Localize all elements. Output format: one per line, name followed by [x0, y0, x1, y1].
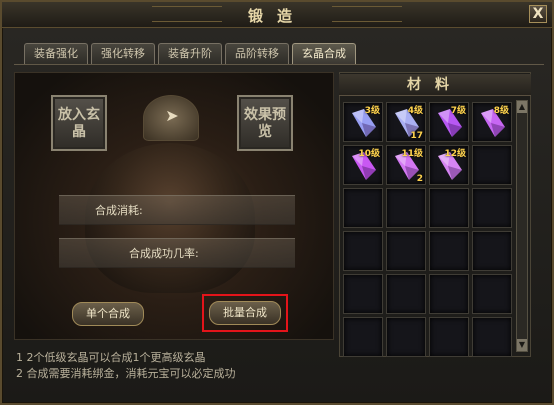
forge-window: 锻造 X 装备强化 强化转移 装备升阶 品阶转移 玄晶合成 ➤ 放入玄晶 效果预… — [0, 0, 554, 405]
material-cell[interactable]: 11级 2 — [386, 145, 426, 185]
materials-grid: 3级 4级 17 7级 8级 10级 11级 2 12级 — [343, 102, 512, 357]
cost-label: 合成消耗: — [95, 204, 143, 217]
material-cell[interactable]: 12级 — [429, 145, 469, 185]
tab-divider — [14, 64, 544, 65]
input-slot-label: 放入玄晶 — [58, 107, 100, 140]
materials-title: 材料 — [339, 74, 531, 96]
empty-material-cell[interactable] — [386, 231, 426, 271]
material-cell[interactable]: 8级 — [472, 102, 512, 142]
tab-crystal-synthesis[interactable]: 玄晶合成 — [292, 43, 356, 65]
scrollbar[interactable]: ▲ ▼ — [516, 100, 528, 352]
empty-material-cell[interactable] — [343, 231, 383, 271]
single-synthesis-button[interactable]: 单个合成 — [72, 302, 144, 326]
tab-quality-transfer[interactable]: 品阶转移 — [225, 43, 289, 65]
tab-equip-enhance[interactable]: 装备强化 — [24, 43, 88, 65]
tab-equip-upgrade[interactable]: 装备升阶 — [158, 43, 222, 65]
empty-material-cell[interactable] — [472, 274, 512, 314]
cauldron-lid: ➤ — [143, 95, 199, 141]
scroll-up-icon[interactable]: ▲ — [517, 101, 527, 113]
crystal-level: 8级 — [493, 106, 509, 116]
crystal-level: 10级 — [358, 149, 380, 159]
material-cell[interactable]: 4级 17 — [386, 102, 426, 142]
empty-material-cell[interactable] — [343, 188, 383, 228]
crystal-level: 3级 — [364, 106, 380, 116]
note-line: 1 2个低级玄晶可以合成1个更高级玄晶 — [16, 351, 206, 364]
crystal-level: 7级 — [450, 106, 466, 116]
success-rate-label: 合成成功几率: — [129, 247, 199, 260]
empty-material-cell[interactable] — [386, 188, 426, 228]
window-title: 锻造 — [247, 7, 306, 25]
close-icon[interactable]: X — [529, 5, 547, 23]
arrow-icon: ➤ — [165, 106, 179, 125]
crystal-level: 12级 — [444, 149, 466, 159]
notes: 1 2个低级玄晶可以合成1个更高级玄晶 2 合成需要消耗绑金，消耗元宝可以必定成… — [16, 350, 236, 382]
tab-bar: 装备强化 强化转移 装备升阶 品阶转移 玄晶合成 — [24, 43, 356, 65]
empty-material-cell[interactable] — [472, 317, 512, 357]
empty-material-cell[interactable] — [386, 274, 426, 314]
crystal-count: 17 — [410, 131, 423, 141]
material-cell[interactable]: 10级 — [343, 145, 383, 185]
effect-preview-slot: 效果预览 — [237, 95, 293, 151]
crystal-input-slot[interactable]: 放入玄晶 — [51, 95, 107, 151]
highlight-box — [202, 294, 288, 332]
preview-slot-label: 效果预览 — [244, 107, 286, 140]
crystal-level: 11级 — [401, 149, 423, 159]
empty-material-cell[interactable] — [429, 231, 469, 271]
empty-material-cell[interactable] — [343, 274, 383, 314]
tab-enhance-transfer[interactable]: 强化转移 — [91, 43, 155, 65]
material-cell[interactable]: 3级 — [343, 102, 383, 142]
empty-material-cell[interactable] — [472, 231, 512, 271]
empty-material-cell[interactable] — [343, 317, 383, 357]
empty-material-cell[interactable] — [429, 188, 469, 228]
crystal-count: 2 — [416, 174, 423, 184]
note-line: 2 合成需要消耗绑金，消耗元宝可以必定成功 — [16, 367, 236, 380]
crystal-level: 4级 — [407, 106, 423, 116]
empty-material-cell[interactable] — [429, 274, 469, 314]
empty-material-cell[interactable] — [472, 188, 512, 228]
empty-material-cell[interactable] — [472, 145, 512, 185]
material-cell[interactable]: 7级 — [429, 102, 469, 142]
empty-material-cell[interactable] — [386, 317, 426, 357]
empty-material-cell[interactable] — [429, 317, 469, 357]
title-bar: 锻造 X — [2, 2, 552, 28]
scroll-down-icon[interactable]: ▼ — [517, 339, 527, 351]
